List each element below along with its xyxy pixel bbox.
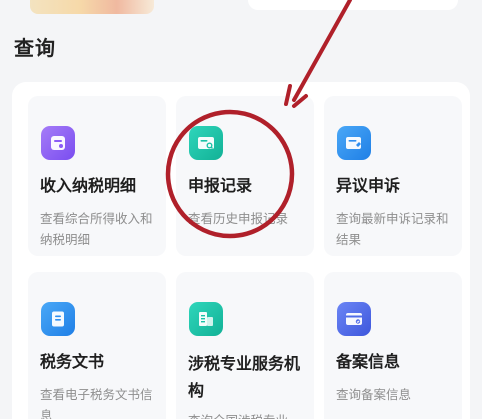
tax-app-query-screen: 查询 收入纳税明细 查看综合所得收入和纳税明细 申报记录 查看历史申报记录 异议… bbox=[0, 0, 482, 419]
income-tax-icon bbox=[41, 126, 75, 160]
tile-description: 查询全国涉税专业 bbox=[188, 410, 312, 419]
tile-tax-document[interactable]: 税务文书 查看电子税务文书信息 bbox=[28, 272, 166, 419]
tile-title: 税务文书 bbox=[40, 352, 105, 371]
tile-description: 查询备案信息 bbox=[336, 387, 412, 402]
declaration-record-icon bbox=[189, 126, 223, 160]
tile-income-tax-detail[interactable]: 收入纳税明细 查看综合所得收入和纳税明细 bbox=[28, 96, 166, 256]
tile-appeal[interactable]: 异议申诉 查询最新申诉记录和结果 bbox=[324, 96, 462, 256]
tile-description: 查看综合所得收入和纳税明细 bbox=[40, 211, 153, 247]
tile-title: 涉税专业服务机构 bbox=[188, 354, 301, 400]
tile-description: 查看历史申报记录 bbox=[188, 211, 289, 226]
tax-document-icon bbox=[41, 302, 75, 336]
tile-declaration-record[interactable]: 申报记录 查看历史申报记录 bbox=[176, 96, 314, 256]
tile-title: 备案信息 bbox=[336, 352, 401, 371]
tile-title: 异议申诉 bbox=[336, 176, 401, 195]
banner-image bbox=[30, 0, 154, 14]
top-card bbox=[248, 0, 458, 10]
query-panel: 收入纳税明细 查看综合所得收入和纳税明细 申报记录 查看历史申报记录 异议申诉 … bbox=[12, 82, 470, 419]
tile-description: 查看电子税务文书信息 bbox=[40, 387, 153, 419]
filing-info-icon bbox=[337, 302, 371, 336]
appeal-icon bbox=[337, 126, 371, 160]
tile-title: 申报记录 bbox=[188, 176, 253, 195]
tile-title: 收入纳税明细 bbox=[40, 176, 137, 195]
tile-filing-info[interactable]: 备案信息 查询备案信息 bbox=[324, 272, 462, 419]
tax-agency-icon bbox=[189, 302, 223, 336]
tile-description: 查询最新申诉记录和结果 bbox=[336, 211, 449, 247]
section-title: 查询 bbox=[14, 36, 56, 60]
tile-tax-agency[interactable]: 涉税专业服务机构 查询全国涉税专业 bbox=[176, 272, 314, 419]
top-content-strip bbox=[0, 0, 482, 14]
